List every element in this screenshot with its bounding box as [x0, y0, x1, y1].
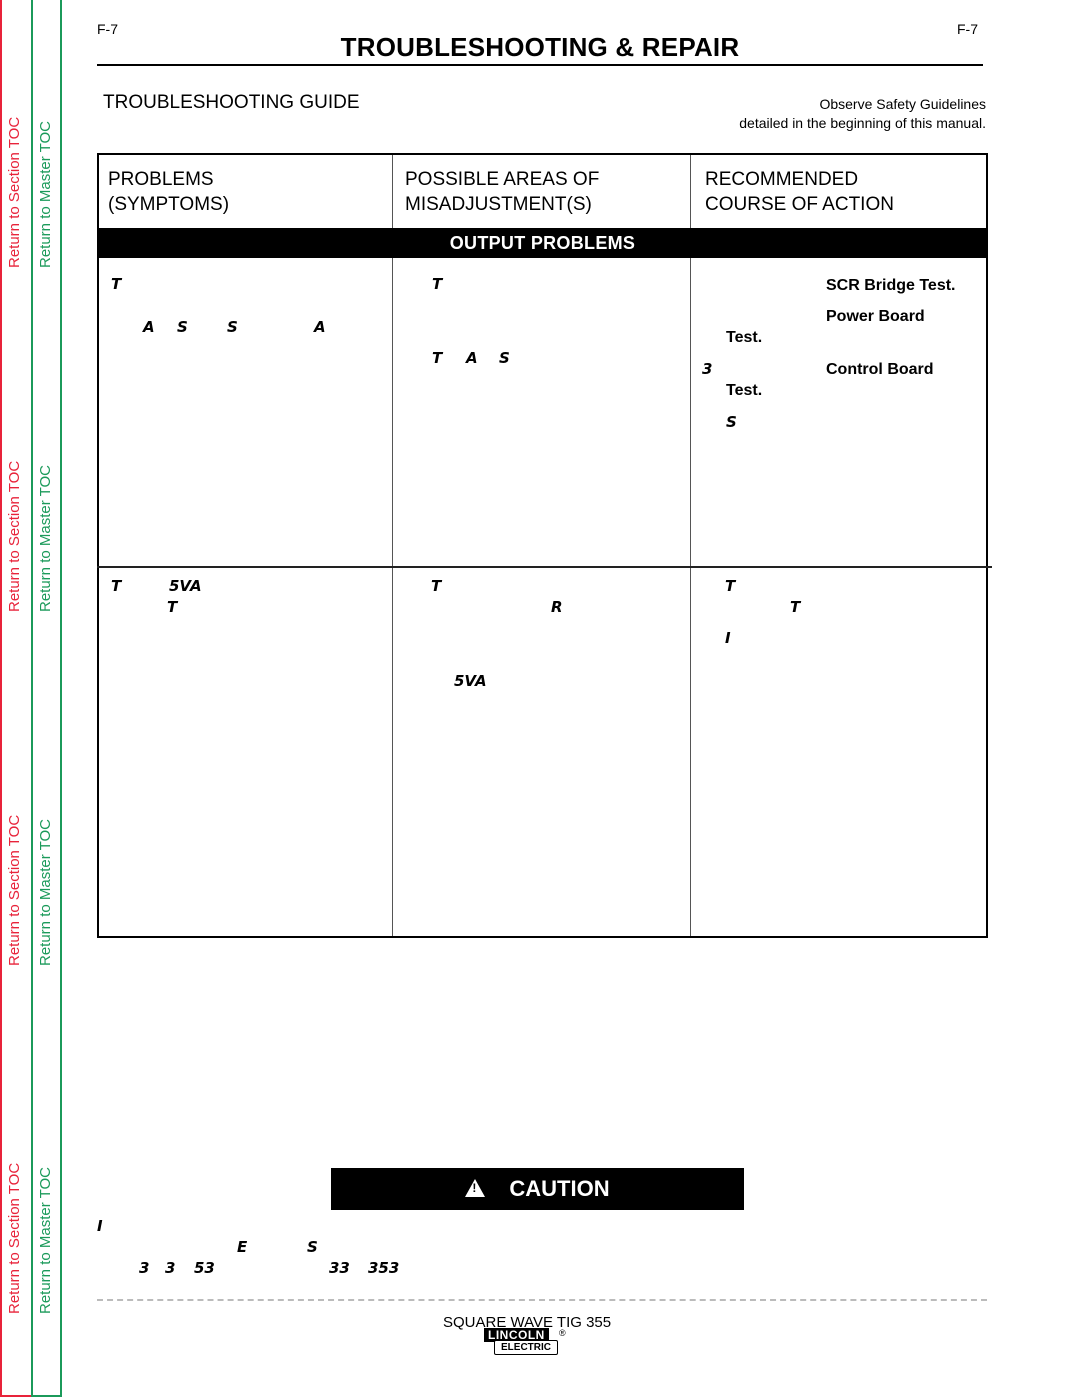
header-line: RECOMMENDED: [705, 169, 859, 190]
caution-text-glyph: 353: [368, 1259, 400, 1277]
area-glyph: A: [466, 349, 478, 367]
symptom-glyph: T: [111, 577, 122, 595]
symptom-glyph: S: [227, 318, 238, 336]
safety-line-1: Observe Safety Guidelines: [819, 96, 986, 112]
return-to-master-toc-link[interactable]: Return to Master TOC: [37, 1167, 54, 1314]
column-divider: [690, 155, 691, 936]
troubleshooting-table: PROBLEMS (SYMPTOMS) POSSIBLE AREAS OF MI…: [97, 153, 992, 938]
guide-title: TROUBLESHOOTING GUIDE: [103, 92, 360, 113]
header-line: COURSE OF ACTION: [705, 194, 894, 215]
symptom-glyph: 5VA: [169, 577, 202, 595]
action-glyph: S: [726, 413, 737, 431]
symptom-glyph: T: [167, 598, 178, 616]
power-board-test-link[interactable]: Test.: [726, 329, 762, 347]
return-to-master-toc-link[interactable]: Return to Master TOC: [37, 465, 54, 612]
header-problems: PROBLEMS (SYMPTOMS): [108, 167, 229, 217]
control-board-test-link[interactable]: Test.: [726, 382, 762, 400]
caution-text-glyph: I: [97, 1217, 103, 1235]
action-glyph: T: [790, 598, 801, 616]
section-output-problems: OUTPUT PROBLEMS: [97, 228, 988, 258]
registered-mark: ®: [559, 1328, 566, 1338]
footer-divider: [97, 1299, 987, 1301]
safety-note: Observe Safety Guidelines detailed in th…: [739, 95, 986, 133]
return-to-section-toc-link[interactable]: Return to Section TOC: [6, 815, 23, 966]
header-line: POSSIBLE AREAS OF: [405, 169, 600, 190]
header-line: (SYMPTOMS): [108, 194, 230, 215]
caution-text-glyph: 33: [329, 1259, 350, 1277]
caution-text-glyph: 53: [194, 1259, 215, 1277]
row-divider: [97, 566, 992, 568]
return-to-master-toc-link[interactable]: Return to Master TOC: [37, 121, 54, 268]
column-divider: [392, 155, 393, 936]
area-glyph: T: [432, 349, 443, 367]
symptom-glyph: S: [177, 318, 188, 336]
symptom-glyph: T: [111, 275, 122, 293]
area-glyph: R: [551, 598, 563, 616]
action-glyph: T: [725, 577, 736, 595]
page-title: TROUBLESHOOTING & REPAIR: [340, 32, 740, 62]
caution-text-glyph: 3: [165, 1259, 176, 1277]
header-line: MISADJUSTMENT(S): [405, 194, 592, 215]
area-glyph: 5VA: [454, 672, 487, 690]
caution-text-glyph: E: [237, 1238, 248, 1256]
power-board-test-link[interactable]: Power Board: [826, 308, 925, 326]
area-glyph: T: [431, 577, 442, 595]
header-possible-areas: POSSIBLE AREAS OF MISADJUSTMENT(S): [405, 167, 599, 217]
return-to-section-toc-link[interactable]: Return to Section TOC: [6, 117, 23, 268]
symptom-glyph: A: [143, 318, 155, 336]
header-line: PROBLEMS: [108, 169, 214, 190]
control-board-test-link[interactable]: Control Board: [826, 361, 934, 379]
safety-line-2: detailed in the beginning of this manual…: [739, 115, 986, 131]
logo-electric: ELECTRIC: [494, 1340, 558, 1355]
symptom-glyph: A: [314, 318, 326, 336]
action-glyph: 3: [702, 360, 713, 378]
header-recommended-action: RECOMMENDED COURSE OF ACTION: [705, 167, 894, 217]
caution-text-glyph: 3: [139, 1259, 150, 1277]
scr-bridge-test-link[interactable]: SCR Bridge Test.: [826, 277, 956, 295]
action-glyph: I: [725, 629, 731, 647]
return-to-section-toc-link[interactable]: Return to Section TOC: [6, 1163, 23, 1314]
caution-label: CAUTION: [509, 1176, 610, 1201]
lincoln-electric-logo: LINCOLN ® ELECTRIC: [484, 1328, 574, 1358]
caution-text-glyph: S: [307, 1238, 318, 1256]
title-divider: [97, 64, 983, 66]
return-to-master-toc-link[interactable]: Return to Master TOC: [37, 819, 54, 966]
return-to-section-toc-link[interactable]: Return to Section TOC: [6, 461, 23, 612]
warning-triangle-icon: [465, 1179, 486, 1197]
area-glyph: S: [499, 349, 510, 367]
caution-banner: CAUTION: [331, 1168, 744, 1210]
area-glyph: T: [432, 275, 443, 293]
